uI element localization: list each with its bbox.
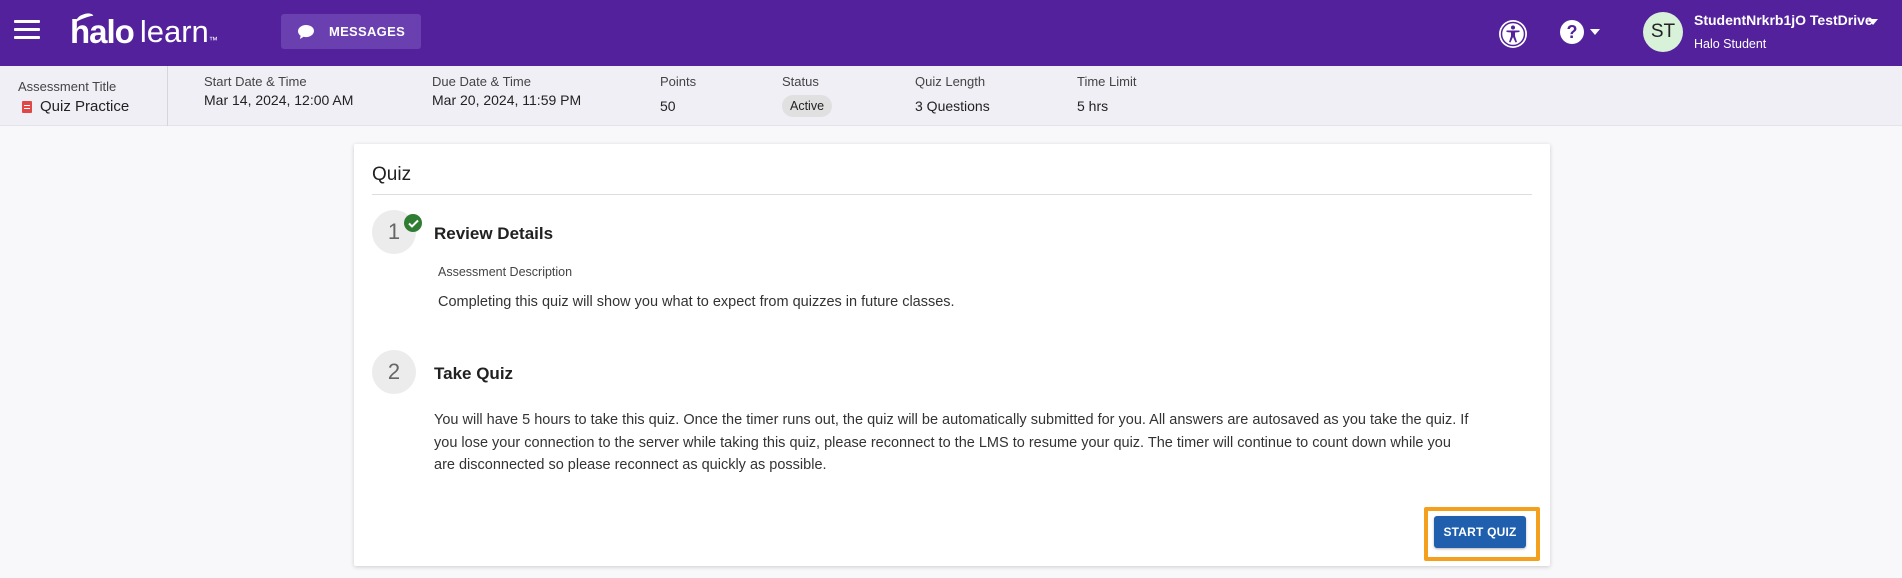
assessment-info-bar: Assessment Title Quiz Practice Start Dat… [0,66,1902,126]
assessment-description-text: Completing this quiz will show you what … [438,294,955,310]
points-label: Points [660,74,697,89]
assessment-title: Quiz Practice [22,98,129,115]
due-date-label: Due Date & Time [432,74,531,89]
assessment-title-label: Assessment Title [18,79,117,94]
chevron-down-icon[interactable] [1868,19,1878,25]
halo-learn-logo[interactable]: halo learn ™ [70,11,218,52]
step-2-heading: Take Quiz [434,364,514,383]
document-icon [22,100,32,113]
user-name[interactable]: StudentNrkrb1jO TestDrive [1694,12,1873,28]
avatar[interactable]: ST [1643,12,1683,52]
quiz-instructions-text: You will have 5 hours to take this quiz.… [434,412,1469,473]
help-icon: ? [1560,20,1584,44]
help-menu[interactable]: ? [1560,20,1600,44]
assessment-title-cell: Assessment Title Quiz Practice [0,66,168,126]
quiz-length-label: Quiz Length [915,74,986,89]
start-quiz-button[interactable]: START QUIZ [1434,516,1526,548]
card-divider [372,194,1532,195]
time-limit-value: 5 hrs [1077,98,1109,114]
messages-label: MESSAGES [328,24,406,39]
check-icon [404,214,422,232]
assessment-title-value: Quiz Practice [40,98,130,115]
menu-icon[interactable] [14,20,40,42]
logo-trademark: ™ [208,35,218,45]
time-limit-label: Time Limit [1077,74,1137,89]
step-1-heading: Review Details [434,224,554,243]
user-role: Halo Student [1694,37,1767,51]
quiz-card: Quiz 1 Review Details Assessment Descrip… [354,144,1550,566]
card-title: Quiz [372,164,412,185]
top-nav-bar: halo learn ™ MESSAGES ? ST StudentNrkrb1j… [0,0,1902,66]
due-date-value: Mar 20, 2024, 11:59 PM [432,92,582,108]
status-badge: Active [782,95,833,117]
step-2-number: 2 [372,350,416,394]
quiz-length-value: 3 Questions [915,98,990,114]
status-label: Status [782,74,819,89]
accessibility-icon[interactable] [1498,19,1528,49]
logo-learn-text: learn ™ [140,12,218,52]
status-badge-text: Active [782,95,833,117]
start-date-value: Mar 14, 2024, 12:00 AM [204,92,354,108]
points-value: 50 [660,98,676,114]
start-date-label: Start Date & Time [204,74,307,89]
logo-halo-text: halo [70,11,135,50]
messages-button[interactable]: MESSAGES [281,14,421,49]
chevron-down-icon [1590,29,1600,35]
chat-bubble-icon [297,24,314,39]
assessment-description-label: Assessment Description [438,265,573,279]
